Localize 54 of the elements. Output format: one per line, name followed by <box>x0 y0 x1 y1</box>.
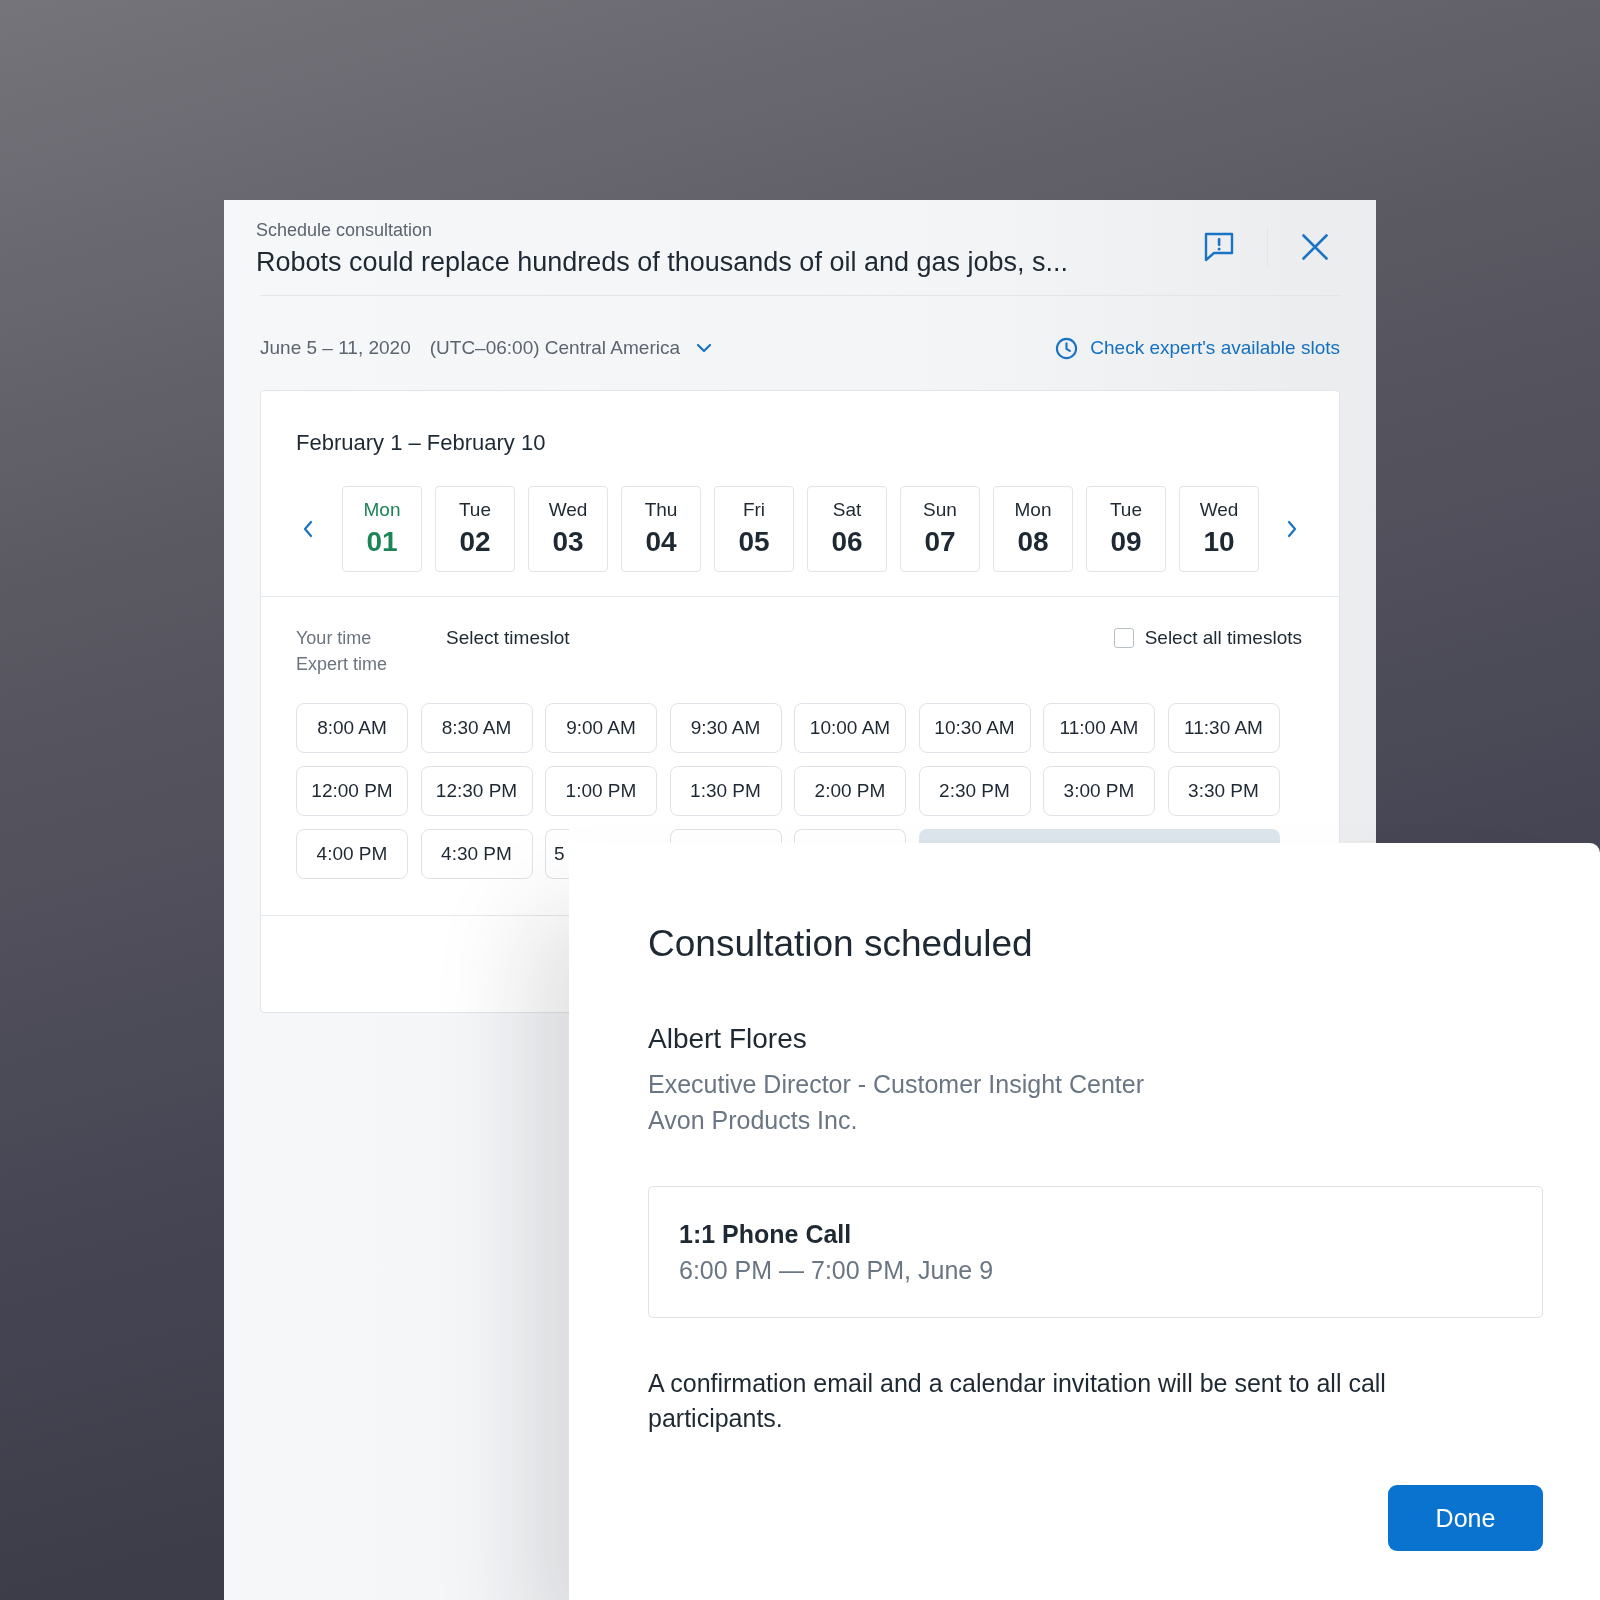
available-slots-link[interactable]: Check expert's available slots <box>1055 336 1340 360</box>
timeslot-button[interactable]: 8:00 AM <box>296 703 408 753</box>
close-icon[interactable] <box>1302 234 1328 260</box>
timeslot-button[interactable]: 2:30 PM <box>918 766 1031 816</box>
chevron-right-icon[interactable] <box>1285 519 1299 539</box>
day-tile[interactable]: Wed 03 <box>528 486 608 572</box>
timeslot-button[interactable]: 1:30 PM <box>669 766 782 816</box>
time-zone-label: Your time <box>296 627 373 650</box>
modal-title: Consultation scheduled <box>648 922 1034 966</box>
expert-company: Avon Products Inc. <box>648 1105 859 1136</box>
day-tile[interactable]: Fri 05 <box>714 486 794 572</box>
timeslot-button[interactable]: 1:00 PM <box>545 766 657 816</box>
day-tile[interactable]: Wed 10 <box>1179 486 1259 572</box>
timeslot-button[interactable]: 4:00 PM <box>296 829 408 879</box>
day-tile[interactable]: Sun 07 <box>900 486 980 572</box>
checkbox[interactable] <box>1113 628 1134 648</box>
day-tile[interactable]: Sat 06 <box>807 486 887 572</box>
section-heading: Select timeslot <box>446 626 570 650</box>
timeslot-button[interactable]: 12:30 PM <box>420 766 533 816</box>
timeslot-button[interactable]: 10:30 AM <box>918 703 1031 753</box>
call-type: 1:1 Phone Call <box>679 1219 853 1250</box>
day-tile[interactable]: Thu 04 <box>621 486 701 572</box>
day-tile[interactable]: Tue 02 <box>435 486 515 572</box>
call-time: 6:00 PM — 7:00 PM, June 9 <box>679 1255 995 1286</box>
expert-role: Executive Director - Customer Insight Center <box>648 1069 1145 1100</box>
expert-name: Albert Flores <box>648 1022 808 1056</box>
timeslot-button[interactable]: 3:00 PM <box>1043 766 1155 816</box>
timeslot-button[interactable]: 5 <box>545 829 569 879</box>
timeslot-button[interactable]: 9:00 AM <box>545 703 657 753</box>
chevron-down-icon <box>696 343 712 353</box>
checkbox-label[interactable]: Select all timeslots <box>1144 625 1302 651</box>
day-tile[interactable]: Tue 09 <box>1086 486 1166 572</box>
dialog-title: Robots could replace hundreds of thousands of oil and gas jobs, s... <box>256 246 1070 279</box>
timeslot-button[interactable]: 4:30 PM <box>420 829 533 879</box>
alert-bubble-icon[interactable] <box>1203 232 1235 262</box>
clock-icon <box>1055 336 1079 360</box>
timeslot-button[interactable]: 12:00 PM <box>296 766 408 816</box>
timeslot-button[interactable]: 10:00 AM <box>794 703 906 753</box>
dialog-subtitle: Schedule consultation <box>256 219 434 241</box>
timeslot-button[interactable]: 11:30 AM <box>1167 703 1280 753</box>
timeslot-button[interactable]: 9:30 AM <box>669 703 782 753</box>
date-range: June 5 – 11, 2020 <box>260 337 411 359</box>
timeslot-button[interactable]: 8:30 AM <box>420 703 533 753</box>
done-button[interactable]: Done <box>1388 1485 1543 1551</box>
timeslot-button[interactable]: 2:00 PM <box>794 766 906 816</box>
time-zone-label: Expert time <box>296 653 389 676</box>
timeslot-button[interactable]: 3:30 PM <box>1167 766 1280 816</box>
chevron-left-icon[interactable] <box>301 519 315 539</box>
date-range-title: February 1 – February 10 <box>296 430 547 456</box>
day-tile[interactable]: Mon 01 <box>342 486 422 572</box>
timeslot-button[interactable]: 11:00 AM <box>1043 703 1155 753</box>
day-tile[interactable]: Mon 08 <box>993 486 1073 572</box>
confirmation-message: A confirmation email and a calendar invitation will be sent to all call participants. <box>648 1368 1387 1434</box>
timezone-dropdown[interactable]: (UTC–06:00) Central America <box>429 337 712 359</box>
